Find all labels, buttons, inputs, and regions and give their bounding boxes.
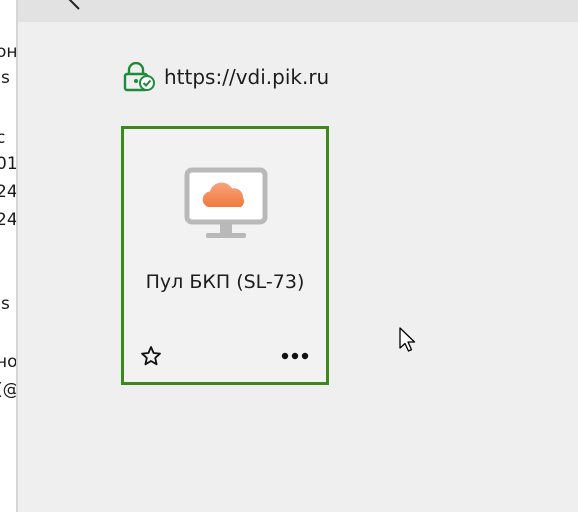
pool-name: Пул БКП (SL-73): [145, 271, 305, 293]
left-text-fragment: 24: [0, 210, 16, 230]
more-options-icon[interactable]: [280, 349, 310, 363]
left-text-fragment: он: [0, 42, 16, 62]
secure-lock-icon: [123, 62, 155, 92]
workspace-panel: https://vdi.pik.ru Пул БКП (SL-73): [18, 0, 578, 512]
left-text-fragment: (@: [0, 380, 16, 400]
left-text-fragment: Js: [0, 294, 10, 314]
server-address: https://vdi.pik.ru: [122, 62, 329, 92]
desktop-pool-tile[interactable]: Пул БКП (SL-73): [121, 126, 329, 385]
left-panel-fragment: он Js с 01 24 24 Js но (@: [0, 0, 16, 512]
left-text-fragment: с: [0, 128, 6, 148]
cloud-desktop-icon: [184, 167, 268, 238]
server-url: https://vdi.pik.ru: [164, 65, 330, 89]
left-text-fragment: 24: [0, 182, 16, 202]
back-arrow-icon[interactable]: [64, 0, 86, 10]
star-icon[interactable]: [140, 345, 162, 367]
top-bar: [18, 0, 578, 22]
mouse-cursor-icon: [399, 327, 416, 352]
left-text-fragment: 01: [0, 154, 16, 174]
left-text-fragment: но: [0, 352, 16, 372]
left-text-fragment: Js: [0, 68, 10, 88]
